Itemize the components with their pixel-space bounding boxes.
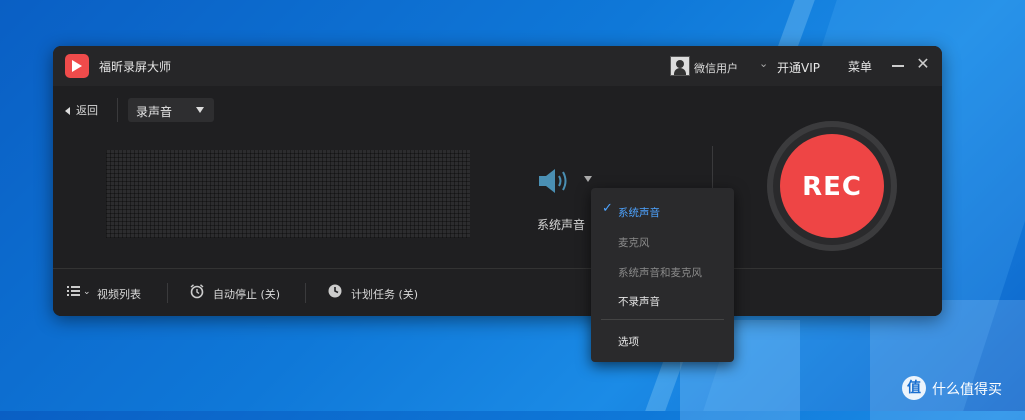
rec-button[interactable]: REC [780,134,884,238]
back-button[interactable]: 返回 [65,102,98,118]
close-icon[interactable]: ✕ [915,55,931,73]
dropdown-item-system-and-mic[interactable]: 系统声音和麦克风 [618,265,702,280]
vip-button[interactable]: 开通VIP [777,59,820,76]
app-logo-icon [65,54,89,78]
watermark-logo-icon: 值 [902,376,926,400]
dropdown-item-no-sound[interactable]: 不录声音 [618,294,660,309]
user-name[interactable]: 微信用户 [694,60,738,76]
divider [167,283,168,303]
menu-button[interactable]: 菜单 [848,58,872,75]
audio-source-dropdown: ✓ 系统声音 麦克风 系统声音和麦克风 不录声音 选项 [591,188,734,362]
minimize-icon[interactable] [891,56,905,74]
auto-stop-button[interactable]: 自动停止 (关) [213,286,280,302]
user-avatar[interactable] [670,56,690,76]
dropdown-divider [601,319,724,320]
list-icon[interactable] [66,283,82,299]
dropdown-item-microphone[interactable]: 麦克风 [618,235,650,250]
chevron-down-icon[interactable]: ⌄ [83,287,91,297]
watermark-text: 什么值得买 [932,382,1002,398]
divider [117,98,118,122]
dropdown-item-system-sound[interactable]: 系统声音 [618,205,660,220]
caret-down-icon [196,107,204,113]
app-title: 福昕录屏大师 [99,60,172,74]
mode-select-label: 录声音 [136,105,173,119]
alarm-clock-icon[interactable] [189,283,205,299]
recorder-window: 福昕录屏大师 微信用户 ⌄ 开通VIP 菜单 ✕ 返回 录声音 系统声音 REC [53,46,942,316]
bottom-bar: ⌄ 视频列表 自动停止 (关) 计划任务 (关) [53,268,942,316]
back-label: 返回 [76,104,98,117]
desktop-window-pane-2 [870,300,1025,420]
back-arrow-icon [65,107,70,115]
rec-label: REC [802,172,862,202]
video-list-button[interactable]: 视频列表 [97,286,141,302]
divider [305,283,306,303]
check-icon: ✓ [602,201,613,216]
title-bar: 福昕录屏大师 微信用户 ⌄ 开通VIP 菜单 ✕ [53,46,942,86]
mode-select[interactable]: 录声音 [128,98,214,122]
dropdown-item-options[interactable]: 选项 [618,334,639,349]
audio-waveform [106,150,470,238]
audio-source-label: 系统声音 [537,218,586,232]
source-caret-icon[interactable] [584,176,592,182]
schedule-icon[interactable] [327,283,343,299]
scheduled-task-button[interactable]: 计划任务 (关) [351,286,418,302]
chevron-down-icon[interactable]: ⌄ [759,57,768,70]
speaker-icon[interactable] [537,167,571,195]
